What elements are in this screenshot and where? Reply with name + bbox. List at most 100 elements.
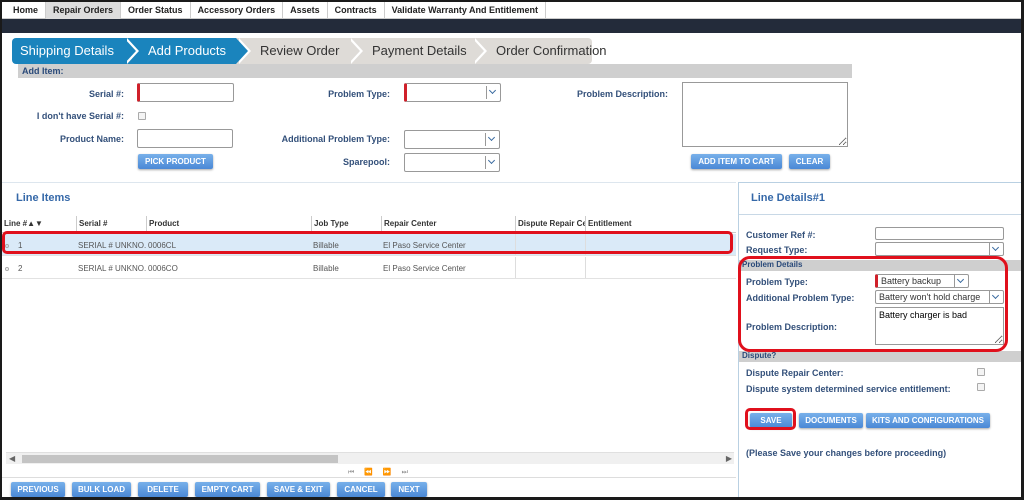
nav-tab-repair-orders[interactable]: Repair Orders [46, 2, 122, 19]
dispute-header: Dispute? [739, 351, 1021, 362]
scrollbar-thumb[interactable] [22, 455, 338, 463]
cell-line: 2 [18, 264, 23, 273]
col-entitlement[interactable]: Entitlement [585, 216, 736, 232]
product-name-input[interactable] [137, 129, 233, 148]
delete-button[interactable]: DELETE [138, 482, 188, 497]
scroll-right-icon[interactable]: ▶ [726, 454, 732, 463]
no-serial-label: I don't have Serial #: [36, 111, 124, 121]
cell-serial: SERIAL # UNKNO... [78, 264, 146, 273]
cell-product: 0006CL [148, 241, 177, 250]
ld-additional-problem-type-select[interactable]: Battery won't hold charge [875, 290, 1004, 304]
nav-tab-contracts[interactable]: Contracts [328, 2, 385, 19]
line-items-header: Line #▲▼ Serial # Product Job Type Repai… [2, 216, 736, 233]
step-label: Shipping Details [20, 43, 114, 58]
step-label: Payment Details [372, 43, 467, 58]
horizontal-scrollbar[interactable]: ◀ ▶ [6, 452, 734, 464]
col-repair-center[interactable]: Repair Center [381, 216, 515, 232]
problem-type-label: Problem Type: [328, 89, 390, 99]
app-frame: Home Repair Orders Order Status Accessor… [2, 2, 1021, 497]
cell-line: 1 [18, 241, 23, 250]
sparepool-label: Sparepool: [342, 157, 390, 167]
col-serial[interactable]: Serial # [76, 216, 146, 232]
request-type-select[interactable] [875, 242, 1004, 256]
scroll-left-icon[interactable]: ◀ [9, 454, 15, 463]
serial-label: Serial #: [88, 89, 124, 99]
problem-description-textarea[interactable] [682, 82, 848, 147]
previous-button[interactable]: PREVIOUS [11, 482, 65, 497]
ld-problem-type-select[interactable]: Battery backup [875, 274, 969, 288]
cell-entitlement [585, 234, 736, 255]
row-indicator [5, 267, 9, 271]
no-serial-checkbox[interactable] [138, 112, 146, 120]
line-items-title: Line Items [16, 192, 71, 204]
empty-cart-button[interactable]: EMPTY CART [195, 482, 260, 497]
chevron-down-icon [485, 133, 499, 146]
ld-additional-problem-type-label: Additional Problem Type: [746, 293, 855, 303]
line-details-panel: Line Details#1 Customer Ref #: Request T… [738, 182, 1021, 497]
pick-product-button[interactable]: PICK PRODUCT [138, 154, 213, 169]
chevron-down-icon [954, 275, 968, 288]
customer-ref-label: Customer Ref #: [746, 230, 816, 240]
add-item-header: Add Item: [18, 64, 852, 78]
save-and-exit-button[interactable]: SAVE & EXIT [267, 482, 330, 497]
col-dispute-repair-center[interactable]: Dispute Repair Center [515, 216, 585, 232]
additional-problem-type-select[interactable] [404, 130, 500, 149]
line-items-panel: Line Items Line #▲▼ Serial # Product Job… [2, 182, 736, 467]
chevron-down-icon [989, 291, 1003, 304]
save-note: (Please Save your changes before proceed… [746, 448, 947, 458]
chevron-down-icon [989, 243, 1003, 256]
nav-tab-home[interactable]: Home [6, 2, 47, 19]
customer-ref-input[interactable] [875, 227, 1004, 240]
step-label: Order Confirmation [496, 43, 607, 58]
serial-input[interactable] [137, 83, 234, 102]
chevron-down-icon [486, 86, 500, 99]
problem-type-select[interactable] [404, 83, 501, 102]
step-review-order[interactable]: Review Order [236, 38, 363, 64]
step-add-products[interactable]: Add Products [124, 38, 251, 64]
col-job-type[interactable]: Job Type [311, 216, 381, 232]
dispute-entitlement-checkbox[interactable] [977, 383, 985, 391]
header-bar [2, 19, 1021, 33]
dispute-entitlement-label: Dispute system determined service entitl… [746, 384, 951, 394]
ld-problem-description-label: Problem Description: [746, 322, 838, 332]
cancel-button[interactable]: CANCEL [337, 482, 385, 497]
step-label: Review Order [260, 43, 340, 58]
cell-job-type: Billable [313, 264, 339, 273]
top-nav: Home Repair Orders Order Status Accessor… [2, 2, 1021, 19]
product-name-label: Product Name: [59, 134, 124, 144]
divider [739, 214, 1021, 215]
sparepool-select[interactable] [404, 153, 500, 172]
clear-button[interactable]: CLEAR [789, 154, 830, 169]
cell-repair-center: El Paso Service Center [383, 241, 466, 250]
documents-button[interactable]: DOCUMENTS [799, 413, 863, 428]
step-shipping-details[interactable]: Shipping Details [12, 38, 139, 64]
nav-tab-validate-warranty[interactable]: Validate Warranty And Entitlement [385, 2, 547, 19]
nav-tab-order-status[interactable]: Order Status [121, 2, 191, 19]
col-line[interactable]: Line #▲▼ [2, 216, 76, 232]
line-details-title: Line Details#1 [751, 192, 825, 204]
table-row[interactable]: 2 SERIAL # UNKNO... 0006CO Billable El P… [2, 257, 736, 279]
additional-problem-type-label: Additional Problem Type: [281, 134, 390, 144]
cell-entitlement [585, 257, 736, 278]
col-product[interactable]: Product [146, 216, 311, 232]
cell-repair-center: El Paso Service Center [383, 264, 466, 273]
kits-and-configurations-button[interactable]: KITS AND CONFIGURATIONS [866, 413, 990, 428]
row-indicator [5, 244, 9, 248]
ld-problem-description-textarea[interactable] [875, 307, 1004, 345]
pager[interactable]: ⏮ ⏪ ⏩ ⏭ [348, 468, 412, 477]
next-button[interactable]: NEXT [391, 482, 427, 497]
problem-description-label: Problem Description: [576, 89, 668, 99]
ld-problem-type-value: Battery backup [881, 276, 942, 286]
dispute-repair-center-checkbox[interactable] [977, 368, 985, 376]
bulk-load-button[interactable]: BULK LOAD [72, 482, 131, 497]
nav-tab-accessory-orders[interactable]: Accessory Orders [191, 2, 284, 19]
table-row[interactable]: 1 SERIAL # UNKNO... 0006CL Billable El P… [2, 234, 736, 256]
step-payment-details[interactable]: Payment Details [348, 38, 487, 64]
chevron-down-icon [485, 156, 499, 169]
add-item-to-cart-button[interactable]: ADD ITEM TO CART [691, 154, 782, 169]
wizard-steps: Shipping Details Add Products Review Ord… [12, 38, 607, 64]
save-button[interactable]: SAVE [750, 413, 792, 428]
nav-tab-assets[interactable]: Assets [283, 2, 328, 19]
step-order-confirmation[interactable]: Order Confirmation [472, 38, 607, 64]
bottom-action-bar: PREVIOUS BULK LOAD DELETE EMPTY CART SAV… [2, 477, 736, 497]
